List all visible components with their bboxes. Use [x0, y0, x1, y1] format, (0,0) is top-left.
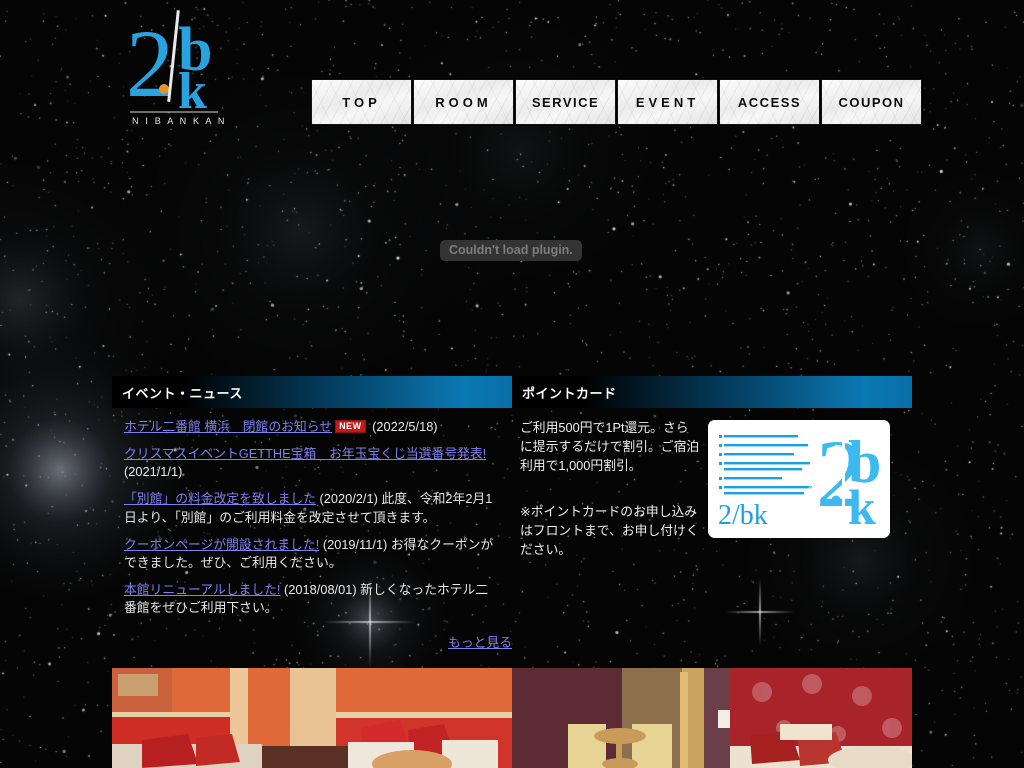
- svg-text:k: k: [848, 479, 876, 535]
- site-header: 2 b k N I B A N K A N I TOP ROOM SERVICE…: [0, 0, 1024, 140]
- point-card-title: ポイントカード: [522, 385, 617, 401]
- news-more-link[interactable]: もっと見る: [448, 635, 512, 650]
- new-badge: NEW: [335, 420, 366, 434]
- news-more-wrap: もっと見る: [112, 626, 512, 652]
- point-card-text: ご利用500円で1Pt還元。さらに提示するだけで割引。ご宿泊利用で1,000円割…: [520, 418, 700, 559]
- news-item-link[interactable]: ホテル二番館 横浜 閉館のお知らせ: [124, 419, 332, 434]
- point-card-header: ポイントカード: [512, 376, 912, 408]
- svg-text:2: 2: [126, 10, 174, 117]
- nav-room-label: ROOM: [435, 94, 492, 110]
- content-panels: イベント・ニュース ホテル二番館 横浜 閉館のお知らせ NEW (2022/5/1…: [112, 376, 912, 660]
- news-item: ホテル二番館 横浜 閉館のお知らせ NEW (2022/5/18): [124, 418, 500, 436]
- news-item-date: (2021/1/1): [124, 464, 183, 480]
- point-card-artwork: 2 b k N I B A N K A N 2/bk: [708, 420, 890, 538]
- news-panel-header: イベント・ニュース: [112, 376, 512, 408]
- point-card-panel: ポイントカード ご利用500円で1Pt還元。さらに提示するだけで割引。ご宿泊利用…: [512, 376, 912, 660]
- news-item-link[interactable]: クリスマスイベントGETTHE宝箱 お年玉宝くじ当選番号発表!: [124, 446, 486, 461]
- nav-service-label: SERVICE: [531, 94, 600, 110]
- news-item: クリスマスイベントGETTHE宝箱 お年玉宝くじ当選番号発表! (2021/1/…: [124, 445, 500, 481]
- news-item: クーポンページが開設されました! (2019/11/1) お得なクーポンができま…: [124, 536, 500, 572]
- main-navigation[interactable]: TOP ROOM SERVICE EVENT ACCESS COUPON: [311, 79, 923, 125]
- room-photo-left-art: [112, 668, 512, 768]
- point-card-body: ご利用500円で1Pt還元。さらに提示するだけで割引。ご宿泊利用で1,000円割…: [512, 408, 912, 559]
- nav-coupon[interactable]: COUPON: [821, 79, 922, 125]
- nav-event[interactable]: EVENT: [617, 79, 718, 125]
- card-logo-text: 2/bk: [718, 500, 768, 531]
- news-item: 「別館」の料金改定を致しました (2020/2/1) 此度、令和2年2月1日より…: [124, 490, 500, 526]
- news-item-date: (2020/2/1): [315, 491, 378, 507]
- site-logo[interactable]: 2 b k N I B A N K A N I: [124, 4, 224, 128]
- news-item-date: (2022/5/18): [368, 419, 438, 434]
- news-item-link[interactable]: 本館リニューアルしました!: [124, 582, 280, 597]
- plugin-message: Couldn't load plugin.: [449, 243, 573, 257]
- room-photo-right[interactable]: [512, 668, 912, 768]
- news-item-date: (2019/11/1): [319, 536, 388, 552]
- room-photo-right-art: [512, 668, 912, 768]
- news-panel-title: イベント・ニュース: [122, 385, 243, 401]
- nav-coupon-label: COUPON: [838, 94, 905, 110]
- news-item-link[interactable]: クーポンページが開設されました!: [124, 537, 319, 552]
- room-photo-strip: [112, 668, 912, 768]
- nav-top[interactable]: TOP: [311, 79, 412, 125]
- point-card-paragraph-2: ※ポイントカードのお申し込みはフロントまで、お申し付けください。: [520, 503, 699, 557]
- nav-room[interactable]: ROOM: [413, 79, 514, 125]
- point-card-paragraph-1: ご利用500円で1Pt還元。さらに提示するだけで割引。ご宿泊利用で1,000円割…: [520, 420, 700, 474]
- room-photo-left[interactable]: [112, 668, 512, 768]
- nav-access-label: ACCESS: [737, 94, 802, 110]
- nav-top-label: TOP: [342, 94, 381, 110]
- svg-text:k: k: [178, 63, 207, 120]
- nav-service[interactable]: SERVICE: [515, 79, 616, 125]
- news-item-link[interactable]: 「別館」の料金改定を致しました: [124, 491, 316, 506]
- logo-subtext: N I B A N K A N I: [132, 116, 224, 126]
- news-panel: イベント・ニュース ホテル二番館 横浜 閉館のお知らせ NEW (2022/5/1…: [112, 376, 512, 660]
- plugin-placeholder[interactable]: Couldn't load plugin.: [440, 240, 582, 261]
- news-item-date: (2018/08/01): [280, 582, 357, 598]
- news-item: 本館リニューアルしました! (2018/08/01) 新しくなったホテル二番館を…: [124, 581, 500, 617]
- news-list: ホテル二番館 横浜 閉館のお知らせ NEW (2022/5/18) クリスマスイベン…: [112, 408, 512, 617]
- nav-access[interactable]: ACCESS: [719, 79, 820, 125]
- point-card-image: 2 b k N I B A N K A N 2/bk: [708, 420, 890, 538]
- nav-event-label: EVENT: [635, 94, 700, 110]
- logo-icon: 2 b k N I B A N K A N I: [126, 10, 224, 126]
